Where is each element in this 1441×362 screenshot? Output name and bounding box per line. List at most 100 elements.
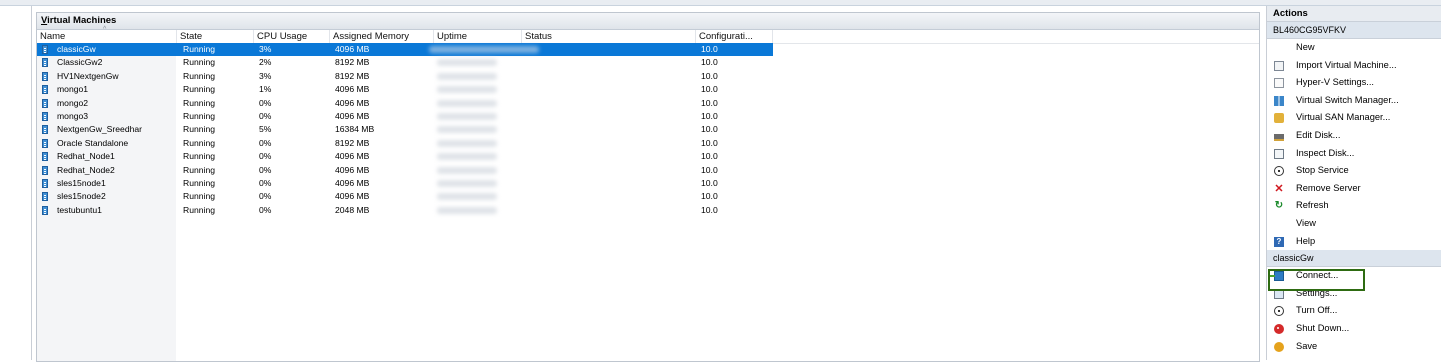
edit-disk-icon	[1274, 130, 1284, 141]
vm-row[interactable]: NextgenGw_Sreedhar Running 5% 16384 MB 10.0	[37, 123, 773, 136]
vm-name: HV1NextgenGw	[57, 70, 119, 81]
virtual-machine-icon	[42, 205, 48, 215]
uptime-redacted	[437, 179, 497, 187]
virtual-machine-icon	[42, 192, 48, 202]
vm-row[interactable]: classicGw Running 3% 4096 MB 10.0	[37, 43, 773, 57]
panel-title: Virtual Machines	[37, 13, 1259, 30]
action-virtual-switch-manager[interactable]: Virtual Switch Manager...	[1267, 92, 1441, 110]
vm-name: mongo2	[57, 97, 89, 108]
stop-icon	[1274, 166, 1284, 177]
remove-icon: ✕	[1274, 182, 1284, 195]
vm-cpu-usage: 0%	[259, 191, 272, 202]
column-assigned-memory[interactable]: Assigned Memory	[330, 30, 434, 43]
vm-assigned-memory: 4096 MB	[335, 44, 370, 54]
vm-configuration: 10.0	[701, 164, 718, 175]
vm-list: classicGw Running 3% 4096 MB 10.0 ClassicGw2 R…	[37, 43, 773, 217]
vm-state: Running	[183, 44, 216, 54]
action-hyper-v-settings[interactable]: Hyper-V Settings...	[1267, 74, 1441, 92]
action-connect[interactable]: Connect...	[1267, 267, 1441, 285]
vm-name: ClassicGw2	[57, 57, 103, 68]
inspect-disk-icon	[1274, 148, 1284, 159]
action-shut-down[interactable]: Shut Down...	[1267, 320, 1441, 338]
column-cpu-usage[interactable]: CPU Usage	[254, 30, 330, 43]
connect-icon	[1270, 271, 1284, 282]
vm-assigned-memory: 4096 MB	[335, 151, 370, 162]
vm-name: testubuntu1	[57, 204, 102, 215]
uptime-redacted	[437, 153, 497, 161]
action-new[interactable]: New	[1267, 39, 1441, 57]
column-configuration[interactable]: Configurati...	[696, 30, 773, 43]
action-label: Settings...	[1296, 287, 1338, 298]
action-label: Virtual SAN Manager...	[1296, 112, 1391, 123]
vm-configuration: 10.0	[701, 44, 718, 54]
column-state[interactable]: State	[177, 30, 254, 43]
vm-cpu-usage: 3%	[259, 44, 272, 54]
action-label: Remove Server	[1296, 182, 1361, 193]
action-stop-service[interactable]: Stop Service	[1267, 162, 1441, 180]
vm-actions-section[interactable]: classicGw	[1267, 250, 1441, 268]
vm-row[interactable]: mongo1 Running 1% 4096 MB 10.0	[37, 83, 773, 96]
action-label: Connect...	[1296, 270, 1339, 281]
vm-assigned-memory: 16384 MB	[335, 124, 375, 135]
action-view[interactable]: View	[1267, 215, 1441, 233]
vm-name: Redhat_Node1	[57, 151, 115, 162]
vm-configuration: 10.0	[701, 151, 718, 162]
vm-row[interactable]: HV1NextgenGw Running 3% 8192 MB 10.0	[37, 70, 773, 83]
vm-cpu-usage: 0%	[259, 151, 272, 162]
vm-row[interactable]: mongo3 Running 0% 4096 MB 10.0	[37, 110, 773, 123]
vm-cpu-usage: 0%	[259, 177, 272, 188]
vm-row[interactable]: mongo2 Running 0% 4096 MB 10.0	[37, 97, 773, 110]
vm-actions-list: Connect... Settings... Turn Off... Shut Dow…	[1267, 267, 1441, 355]
vm-name: Oracle Standalone	[57, 137, 129, 148]
vm-cpu-usage: 1%	[259, 84, 272, 95]
virtual-machine-icon	[42, 58, 48, 68]
vm-row[interactable]: ClassicGw2 Running 2% 8192 MB 10.0	[37, 56, 773, 69]
host-actions-list: New Import Virtual Machine... Hyper-V Sett…	[1267, 39, 1441, 250]
action-refresh[interactable]: ↻ Refresh	[1267, 197, 1441, 215]
uptime-redacted	[437, 193, 497, 201]
vm-row[interactable]: sles15node2 Running 0% 4096 MB 10.0	[37, 190, 773, 203]
vm-cpu-usage: 0%	[259, 204, 272, 215]
vm-row[interactable]: Redhat_Node2 Running 0% 4096 MB 10.0	[37, 164, 773, 177]
vm-name: Redhat_Node2	[57, 164, 115, 175]
uptime-redacted	[437, 72, 497, 80]
action-remove-server[interactable]: ✕ Remove Server	[1267, 180, 1441, 198]
column-uptime[interactable]: Uptime	[434, 30, 522, 43]
vm-configuration: 10.0	[701, 110, 718, 121]
action-label: Shut Down...	[1296, 322, 1350, 333]
uptime-redacted	[437, 139, 497, 147]
action-label: Turn Off...	[1296, 305, 1338, 316]
host-actions-section[interactable]: BL460CG95VFKV	[1267, 22, 1441, 39]
action-label: View	[1296, 217, 1316, 228]
action-edit-disk[interactable]: Edit Disk...	[1267, 127, 1441, 145]
action-label: Hyper-V Settings...	[1296, 77, 1375, 88]
uptime-redacted	[437, 166, 497, 174]
vm-state: Running	[183, 191, 216, 202]
turn-off-icon	[1274, 306, 1284, 317]
action-virtual-san-manager[interactable]: Virtual SAN Manager...	[1267, 109, 1441, 127]
vm-configuration: 10.0	[701, 97, 718, 108]
action-label: Import Virtual Machine...	[1296, 59, 1397, 70]
action-turn-off[interactable]: Turn Off...	[1267, 302, 1441, 320]
column-name[interactable]: Name	[37, 30, 177, 43]
vm-configuration: 10.0	[701, 70, 718, 81]
vm-row[interactable]: testubuntu1 Running 0% 2048 MB 10.0	[37, 204, 773, 217]
action-save[interactable]: Save	[1267, 338, 1441, 356]
actions-pane: Actions BL460CG95VFKV New Import Virtual …	[1266, 6, 1441, 360]
action-settings[interactable]: Settings...	[1267, 285, 1441, 303]
shut-down-icon	[1274, 323, 1284, 334]
vm-row[interactable]: Oracle Standalone Running 0% 8192 MB 10.0	[37, 137, 773, 150]
vm-assigned-memory: 4096 MB	[335, 97, 370, 108]
vm-row[interactable]: Redhat_Node1 Running 0% 4096 MB 10.0	[37, 150, 773, 163]
vm-assigned-memory: 2048 MB	[335, 204, 370, 215]
action-label: New	[1296, 42, 1315, 52]
vm-row[interactable]: sles15node1 Running 0% 4096 MB 10.0	[37, 177, 773, 190]
column-status[interactable]: Status	[522, 30, 696, 43]
action-inspect-disk[interactable]: Inspect Disk...	[1267, 145, 1441, 163]
action-import-virtual-machine[interactable]: Import Virtual Machine...	[1267, 57, 1441, 75]
help-icon: ?	[1274, 236, 1284, 247]
action-help[interactable]: ? Help	[1267, 233, 1441, 251]
virtual-machine-icon	[42, 178, 48, 188]
vm-name: NextgenGw_Sreedhar	[57, 124, 143, 135]
vm-name: mongo1	[57, 84, 89, 95]
